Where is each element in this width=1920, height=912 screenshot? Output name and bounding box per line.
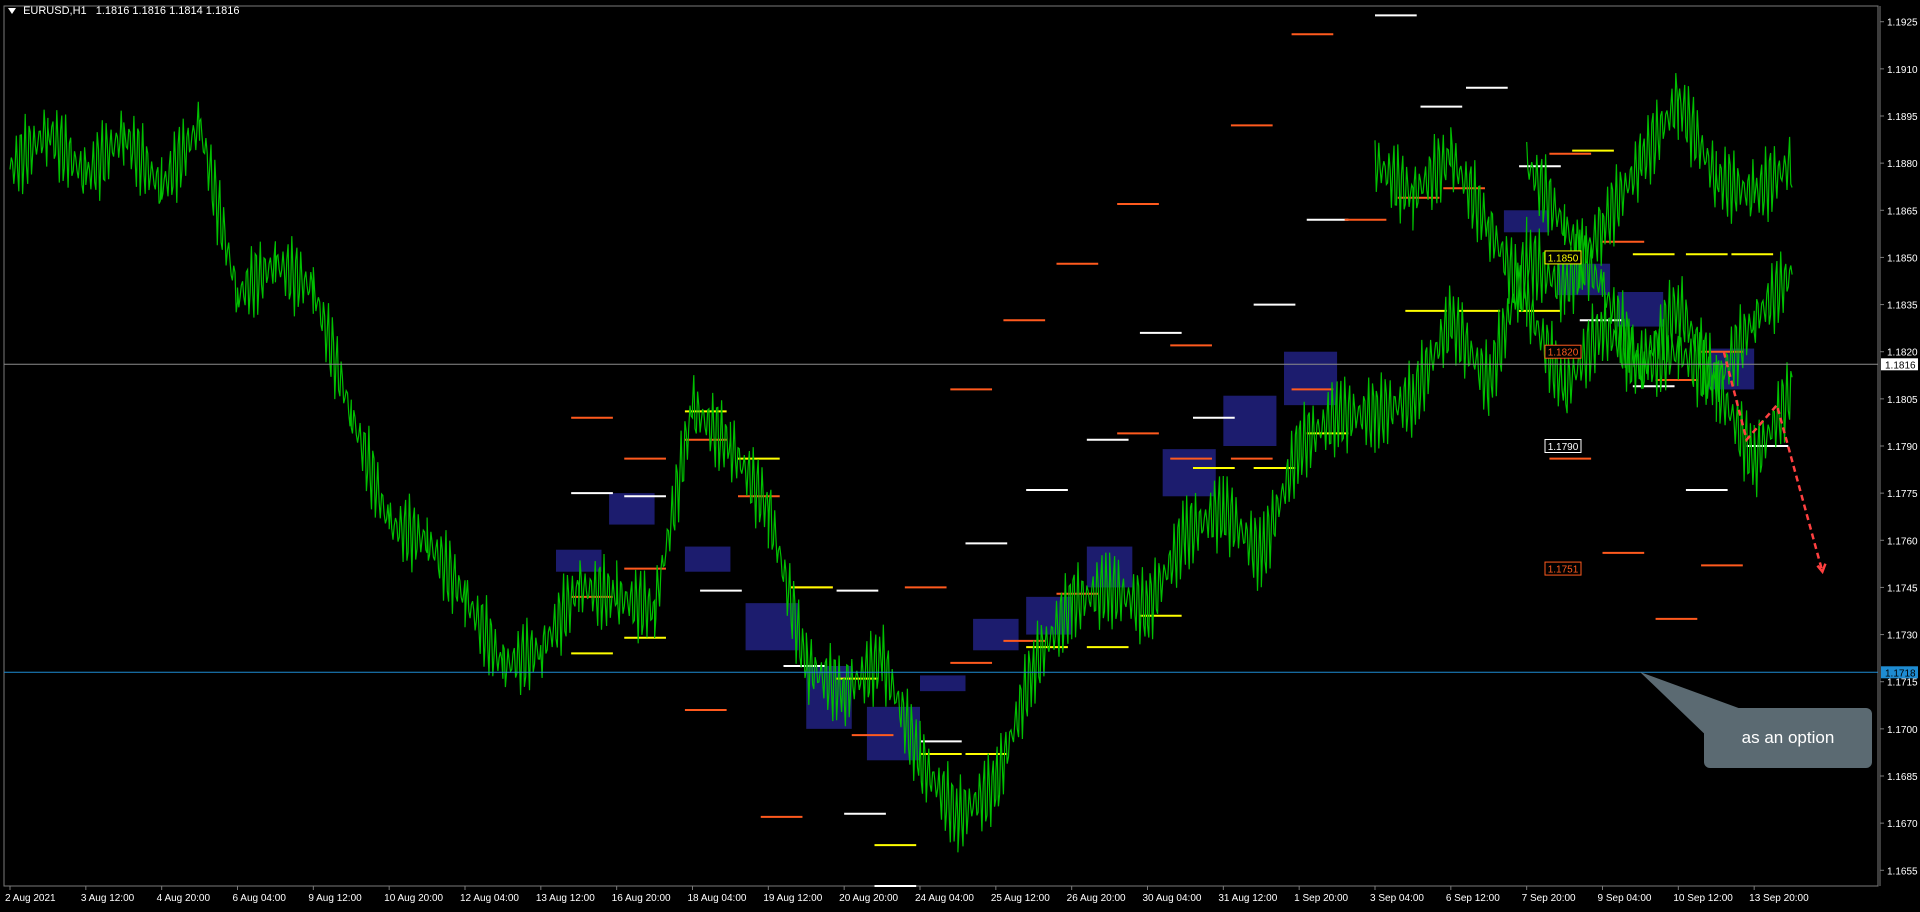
- x-tick-label: 13 Aug 12:00: [536, 893, 595, 904]
- target-label: 1.1820: [1544, 344, 1582, 359]
- y-tick-label: 1.1760: [1887, 536, 1918, 547]
- zone-box: [973, 618, 1019, 651]
- y-tick-label: 1.1730: [1887, 631, 1918, 642]
- zone-box: [609, 493, 655, 525]
- menu-triangle-icon[interactable]: [8, 8, 16, 15]
- y-axis: 1.1925 1.1910 1.1895 1.1880 1.1865 1.1850 1.18…: [1879, 6, 1918, 886]
- target-label: 1.1790: [1544, 439, 1582, 453]
- x-tick-label: 2 Aug 2021: [5, 893, 56, 904]
- x-tick-label: 3 Sep 04:00: [1370, 893, 1424, 904]
- zone-box: [1223, 395, 1277, 446]
- y-tick-label: 1.1880: [1887, 159, 1918, 170]
- zone-box: [1162, 449, 1216, 497]
- y-tick-label: 1.1835: [1887, 301, 1918, 312]
- y-tick-label: 1.1865: [1887, 206, 1918, 217]
- y-tick-label: 1.1775: [1887, 489, 1918, 500]
- chart-frame: 1.1850 1.1820 1.1790 1.1751 1.1925 1.1910 1.1…: [0, 0, 1920, 907]
- x-tick-label: 19 Aug 12:00: [763, 893, 822, 904]
- x-tick-label: 1 Sep 20:00: [1294, 893, 1348, 904]
- target-label-text: 1.1820: [1548, 348, 1579, 359]
- y-tick-label: 1.1805: [1887, 395, 1918, 406]
- x-tick-label: 31 Aug 12:00: [1218, 893, 1277, 904]
- x-axis: 2 Aug 2021 3 Aug 12:00 4 Aug 20:00 6 Aug 04…: [5, 886, 1809, 904]
- x-tick-label: 20 Aug 20:00: [839, 893, 898, 904]
- zone-box: [684, 546, 731, 572]
- annotation-callout: as an option: [1704, 708, 1872, 768]
- chart-symbol: EURUSD,H1: [23, 5, 87, 17]
- x-tick-label: 10 Sep 12:00: [1673, 893, 1733, 904]
- x-tick-label: 3 Aug 12:00: [81, 893, 135, 904]
- y-tick-label: 1.1745: [1887, 583, 1918, 594]
- x-tick-label: 9 Aug 12:00: [308, 893, 362, 904]
- x-tick-label: 4 Aug 20:00: [157, 893, 211, 904]
- y-tick-label: 1.1895: [1887, 112, 1918, 123]
- y-axis-price-tag-text: 1.1816: [1885, 360, 1916, 371]
- chart-title: EURUSD,H1 1.1816 1.1816 1.1814 1.1816: [8, 5, 239, 17]
- x-tick-label: 10 Aug 20:00: [384, 893, 443, 904]
- y-tick-label: 1.1910: [1887, 65, 1918, 76]
- x-tick-label: 9 Sep 04:00: [1598, 893, 1652, 904]
- y-tick-label: 1.1670: [1887, 819, 1918, 830]
- zone-box: [1284, 351, 1338, 406]
- x-tick-label: 25 Aug 12:00: [991, 893, 1050, 904]
- x-tick-label: 30 Aug 04:00: [1143, 893, 1202, 904]
- y-tick-label: 1.1715: [1887, 678, 1918, 689]
- chart-ohlc: 1.1816 1.1816 1.1814 1.1816: [95, 5, 240, 17]
- x-tick-label: 18 Aug 04:00: [688, 893, 747, 904]
- y-axis-price-tag-text: 1.1718: [1885, 668, 1916, 679]
- y-tick-label: 1.1655: [1887, 866, 1918, 877]
- x-tick-label: 24 Aug 04:00: [915, 893, 974, 904]
- y-tick-label: 1.1850: [1887, 253, 1918, 264]
- x-tick-label: 6 Sep 12:00: [1446, 893, 1500, 904]
- x-tick-label: 13 Sep 20:00: [1749, 893, 1809, 904]
- target-label: 1.1850: [1544, 250, 1582, 265]
- x-tick-label: 7 Sep 20:00: [1522, 893, 1576, 904]
- y-tick-label: 1.1685: [1887, 772, 1918, 783]
- price-chart: 1.18501.18201.17901.1751 1.19251.19101.1…: [3, 5, 1918, 904]
- zone-box: [920, 675, 966, 692]
- target-label: 1.1751: [1544, 561, 1582, 576]
- y-tick-label: 1.1790: [1887, 442, 1918, 453]
- target-label-text: 1.1751: [1548, 565, 1579, 576]
- x-tick-label: 16 Aug 20:00: [612, 893, 671, 904]
- y-tick-label: 1.1700: [1887, 725, 1918, 736]
- x-tick-label: 6 Aug 04:00: [233, 893, 287, 904]
- target-label-text: 1.1850: [1548, 253, 1579, 264]
- overlay-layer: 1.1850 1.1820 1.1790 1.1751: [4, 250, 1878, 743]
- x-tick-label: 26 Aug 20:00: [1067, 893, 1126, 904]
- y-tick-label: 1.1925: [1887, 18, 1918, 29]
- x-tick-label: 12 Aug 04:00: [460, 893, 519, 904]
- callout-text: as an option: [1741, 728, 1835, 747]
- price-series-2: [1374, 127, 1793, 498]
- y-tick-label: 1.1820: [1887, 348, 1918, 359]
- target-label-text: 1.1790: [1548, 442, 1579, 453]
